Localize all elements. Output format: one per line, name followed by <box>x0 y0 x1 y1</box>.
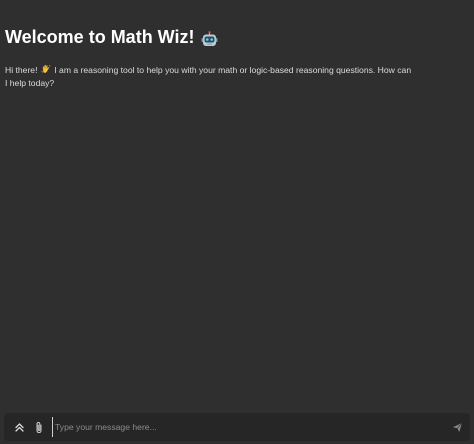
message-input[interactable] <box>52 417 444 437</box>
paperclip-icon[interactable] <box>32 420 46 434</box>
intro-greeting: Hi there! <box>5 65 38 75</box>
chat-app: Welcome to Math Wiz! Hi there! I am a re… <box>0 0 474 444</box>
message-area: Welcome to Math Wiz! Hi there! I am a re… <box>0 0 474 408</box>
waving-hand-icon <box>41 64 51 74</box>
intro-message: Hi there! I am a reasoning tool to help … <box>5 64 415 90</box>
robot-icon <box>201 29 218 46</box>
title-text: Welcome to Math Wiz! <box>5 27 195 47</box>
page-title: Welcome to Math Wiz! <box>5 24 469 50</box>
send-icon[interactable] <box>450 420 464 434</box>
intro-text: I am a reasoning tool to help you with y… <box>5 65 412 88</box>
expand-icon[interactable] <box>12 420 26 434</box>
message-composer <box>4 413 470 441</box>
